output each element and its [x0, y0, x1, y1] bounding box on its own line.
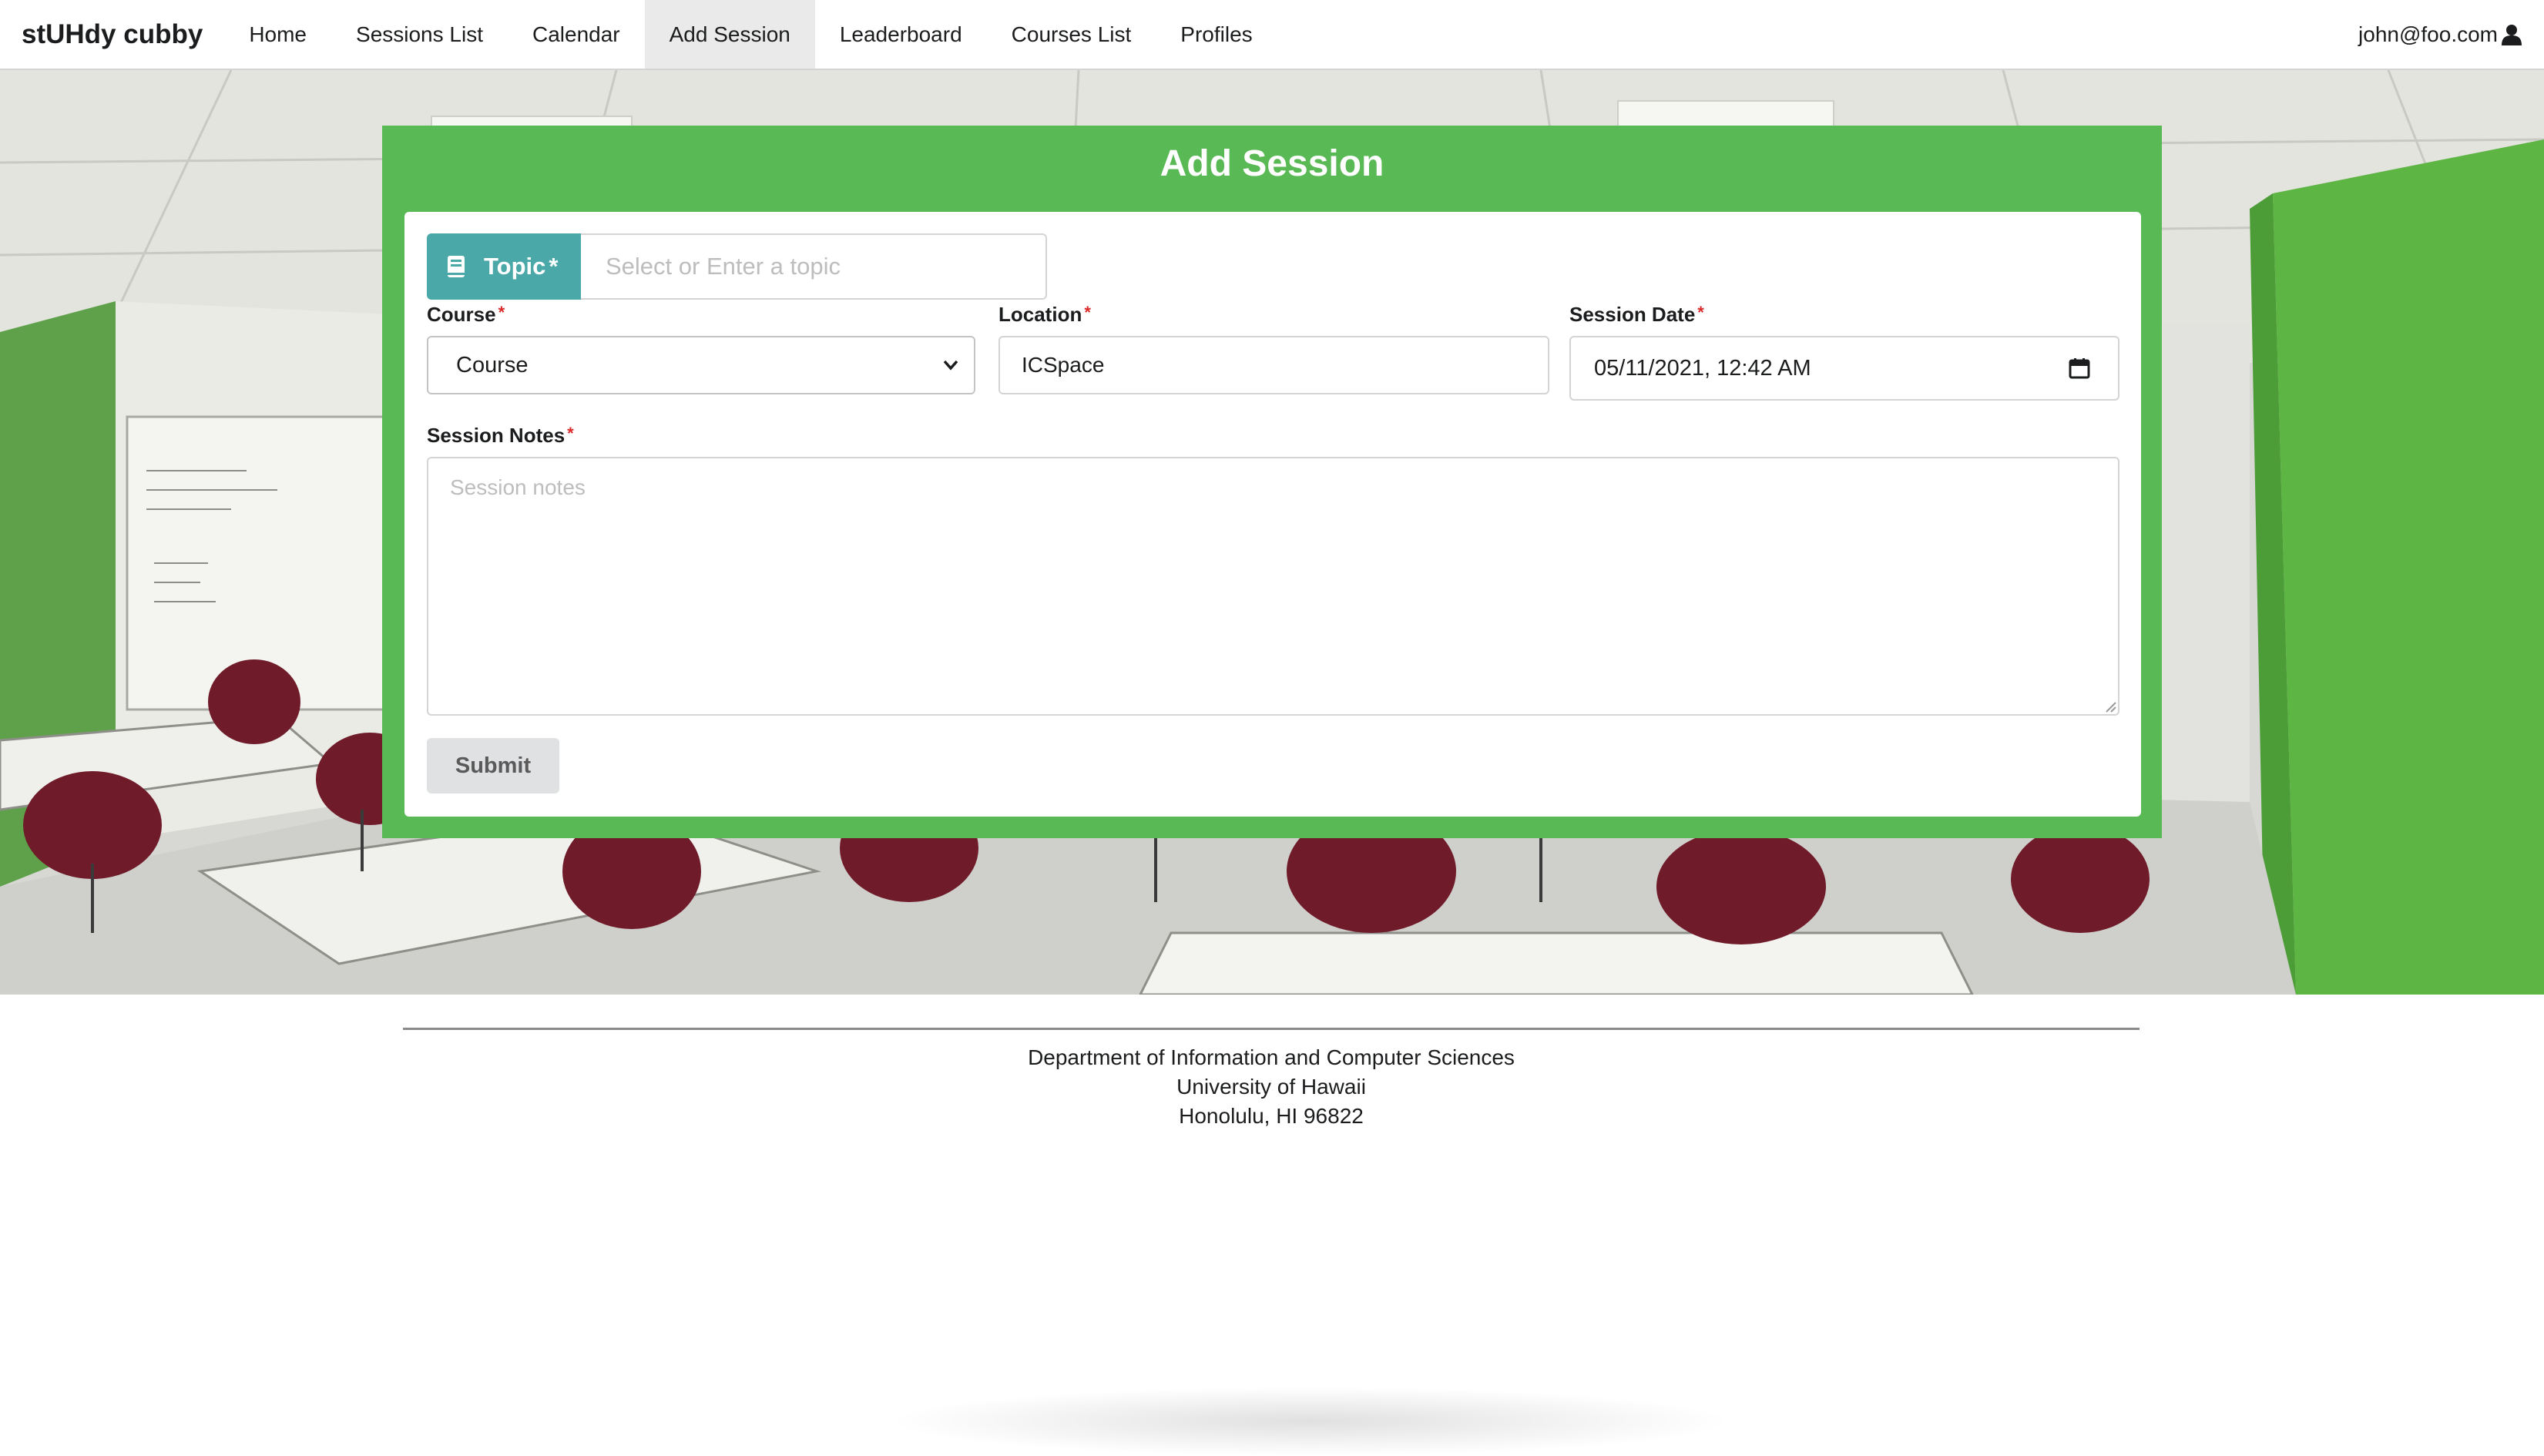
session-date-label: Session Date *: [1569, 303, 1704, 327]
resize-grip-icon[interactable]: [2104, 700, 2116, 713]
nav-item-leaderboard[interactable]: Leaderboard: [815, 0, 987, 69]
user-icon: [2502, 24, 2522, 45]
footer-department: Department of Information and Computer S…: [1028, 1045, 1515, 1069]
brand-logo[interactable]: stUHdy cubby: [0, 0, 224, 69]
course-select[interactable]: Course: [427, 336, 975, 394]
session-notes-label: Session Notes *: [427, 424, 574, 448]
location-label-text: Location: [998, 303, 1082, 326]
topic-input[interactable]: [581, 233, 1047, 300]
nav-item-calendar[interactable]: Calendar: [508, 0, 645, 69]
location-label: Location *: [998, 303, 1091, 327]
session-notes-textarea[interactable]: [427, 457, 2119, 716]
topic-label: Topic *: [427, 233, 581, 300]
course-required-mark: *: [498, 303, 505, 322]
user-menu[interactable]: john@foo.com: [2358, 0, 2544, 69]
top-navbar: stUHdy cubby Home Sessions List Calendar…: [0, 0, 2544, 70]
bottom-shadow: [886, 1387, 1733, 1456]
submit-button[interactable]: Submit: [427, 738, 559, 793]
nav-item-profiles[interactable]: Profiles: [1156, 0, 1277, 69]
course-label-text: Course: [427, 303, 496, 326]
topic-field-group: Topic *: [427, 233, 1047, 300]
footer: Department of Information and Computer S…: [403, 1043, 2140, 1131]
form-segment: Topic* Course* Course Location* Session …: [404, 212, 2141, 817]
calendar-icon[interactable]: [2069, 357, 2090, 379]
nav-item-sessions-list[interactable]: Sessions List: [331, 0, 508, 69]
topic-label-text: Topic: [484, 253, 546, 280]
location-required-mark: *: [1084, 303, 1091, 322]
footer-divider: [403, 1028, 2140, 1030]
footer-address: Honolulu, HI 96822: [1179, 1104, 1364, 1128]
nav-item-add-session[interactable]: Add Session: [644, 0, 815, 69]
session-date-required-mark: *: [1697, 303, 1704, 322]
session-date-label-text: Session Date: [1569, 303, 1696, 326]
course-label: Course *: [427, 303, 505, 327]
nav-item-courses-list[interactable]: Courses List: [987, 0, 1156, 69]
form-title: Add Session: [1160, 143, 1384, 184]
user-email: john@foo.com: [2358, 22, 2498, 46]
book-icon: [448, 256, 465, 277]
session-notes-required-mark: *: [567, 424, 574, 443]
chevron-down-icon: [943, 360, 958, 371]
session-date-input[interactable]: 05/11/2021, 12:42 AM: [1569, 336, 2119, 401]
session-date-value: 05/11/2021, 12:42 AM: [1594, 355, 1811, 381]
location-input[interactable]: [998, 336, 1549, 394]
add-session-form-card: Add Session Topic* Course* Course: [382, 126, 2162, 838]
topic-required-mark: *: [549, 253, 559, 280]
course-select-value: Course: [456, 352, 529, 377]
session-notes-label-text: Session Notes: [427, 424, 566, 447]
footer-university: University of Hawaii: [1176, 1075, 1366, 1099]
nav-item-home[interactable]: Home: [224, 0, 331, 69]
